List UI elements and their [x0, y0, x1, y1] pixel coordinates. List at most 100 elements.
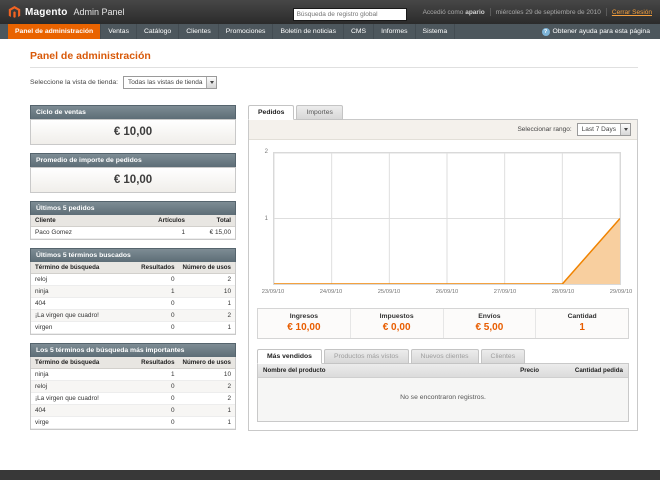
top-header: Magento Admin Panel Accedió como apario … [0, 0, 660, 24]
right-column: Pedidos Importes Seleccionar rango: Last… [248, 105, 638, 431]
bottom-tabs: Más vendidos Productos más vistos Nuevos… [257, 349, 629, 364]
table-row[interactable]: virgen 0 1 [31, 321, 235, 334]
cell: 0 [137, 321, 179, 334]
cell: ninja [31, 368, 138, 381]
chart-plot-area [273, 152, 621, 285]
table-row[interactable]: 404 0 1 [31, 404, 235, 417]
cell: virgen [31, 321, 138, 334]
range-select[interactable]: Last 7 Days [576, 123, 631, 136]
column-header: Número de usos [178, 262, 235, 274]
cell: 0 [137, 273, 179, 286]
cell: ¡La virgen que cuadro! [31, 309, 138, 322]
nav-item-promociones[interactable]: Promociones [219, 24, 274, 39]
magento-logo-icon [8, 5, 21, 18]
logout-link[interactable]: Cerrar Sesión [612, 9, 652, 16]
nav-item-ventas[interactable]: Ventas [101, 24, 137, 39]
cell: 1 [178, 416, 235, 429]
brand-name: Magento [25, 6, 68, 18]
cell: 10 [178, 285, 235, 298]
stat-label: Cantidad [567, 313, 597, 320]
stat-ingresos: Ingresos € 10,00 [258, 309, 350, 338]
column-header: Cliente [31, 215, 153, 227]
table-row[interactable]: reloj 0 2 [31, 380, 235, 393]
table-row[interactable]: Paco Gomez 1 € 15,00 [31, 226, 235, 239]
nav-item-cms[interactable]: CMS [344, 24, 375, 39]
table-row[interactable]: ninja 1 10 [31, 368, 235, 381]
tab-nuevos-clientes[interactable]: Nuevos clientes [410, 349, 479, 364]
help-label: Obtener ayuda para esta página [552, 28, 651, 35]
cell: 0 [137, 392, 179, 405]
current-date: miércoles 29 de septiembre de 2010 [495, 8, 601, 16]
tab-clientes[interactable]: Clientes [480, 349, 526, 364]
column-header: Total [189, 215, 235, 227]
table-row[interactable]: reloj 0 2 [31, 273, 235, 286]
column-header: Artículos [153, 215, 189, 227]
cell: ¡La virgen que cuadro! [31, 392, 138, 405]
chart-y-label: 2 [264, 149, 268, 155]
cell: 2 [178, 309, 235, 322]
card-title: Promedio de importe de pedidos [30, 153, 236, 167]
cell: 0 [137, 416, 179, 429]
tab-productos-mas-vistos[interactable]: Productos más vistos [323, 349, 409, 364]
column-header: Resultados [137, 262, 179, 274]
nav-item-informes[interactable]: Informes [374, 24, 416, 39]
top-search-terms-section: Los 5 términos de búsqueda más important… [30, 343, 236, 430]
cell: 1 [153, 226, 189, 239]
column-header: Precio [520, 367, 539, 374]
brand-suffix: Admin Panel [73, 7, 125, 17]
help-link[interactable]: ? Obtener ayuda para esta página [541, 24, 660, 39]
table-row[interactable]: 404 0 1 [31, 297, 235, 310]
stat-label: Impuestos [379, 313, 414, 320]
chart-x-label: 29/09/10 [609, 289, 633, 295]
stat-value: € 0,00 [382, 322, 411, 333]
session-info: Accedió como apario miércoles 29 de sept… [423, 8, 652, 16]
table-row[interactable]: ninja 1 10 [31, 285, 235, 298]
chevron-down-icon [620, 124, 630, 135]
cell: 1 [178, 297, 235, 310]
range-selector-row: Seleccionar rango: Last 7 Days [249, 120, 637, 140]
main-content: Panel de administración Seleccione la vi… [0, 39, 660, 470]
table-row[interactable]: ¡La virgen que cuadro! 0 2 [31, 392, 235, 405]
card-title: Ciclo de ventas [30, 105, 236, 119]
nav-item-clientes[interactable]: Clientes [179, 24, 219, 39]
table-row[interactable]: virge 0 1 [31, 416, 235, 429]
column-header: Resultados [137, 357, 179, 369]
store-view-value: Todas las vistas de tienda [128, 79, 203, 86]
magento-logo: Magento Admin Panel [8, 5, 125, 19]
stat-impuestos: Impuestos € 0,00 [349, 309, 443, 338]
table-row[interactable]: ¡La virgen que cuadro! 0 2 [31, 309, 235, 322]
dashboard-tabs: Pedidos Importes [248, 105, 638, 120]
empty-message: No se encontraron registros. [258, 378, 628, 421]
global-search-input[interactable] [292, 8, 407, 21]
nav-item-catalogo[interactable]: Catálogo [137, 24, 180, 39]
cell: ninja [31, 285, 138, 298]
help-icon: ? [541, 27, 550, 36]
nav-item-boletin[interactable]: Boletín de noticias [273, 24, 344, 39]
left-column: Ciclo de ventas € 10,00 Promedio de impo… [30, 105, 236, 430]
cell: 1 [178, 404, 235, 417]
average-orders-card: Promedio de importe de pedidos € 10,00 [30, 153, 236, 193]
section-title: Últimos 5 pedidos [30, 201, 236, 215]
column-header: Término de búsqueda [31, 357, 138, 369]
cell: reloj [31, 380, 138, 393]
tab-importes[interactable]: Importes [296, 105, 343, 120]
average-orders-value: € 10,00 [30, 167, 236, 193]
separator [605, 8, 607, 16]
logged-in-text: Accedió como apario [423, 9, 485, 16]
chart-x-label: 28/09/10 [551, 289, 575, 295]
username: apario [465, 8, 485, 16]
orders-chart: 12 23/09/10 24/09/10 25/09/10 26/09/10 27/09… [257, 148, 633, 298]
logged-in-prefix: Accedió como [422, 8, 464, 16]
section-title: Los 5 términos de búsqueda más important… [30, 343, 236, 357]
chart-y-label: 1 [264, 215, 268, 222]
tab-mas-vendidos[interactable]: Más vendidos [257, 349, 322, 364]
stat-envios: Envíos € 5,00 [442, 309, 536, 338]
chart-x-label: 25/09/10 [377, 289, 401, 295]
chevron-down-icon [206, 77, 217, 88]
stat-value: 1 [579, 322, 585, 333]
nav-item-panel-administracion[interactable]: Panel de administración [8, 24, 102, 39]
column-header: Número de usos [178, 357, 235, 369]
nav-item-sistema[interactable]: Sistema [416, 24, 456, 39]
store-view-select[interactable]: Todas las vistas de tienda [123, 76, 218, 89]
tab-pedidos[interactable]: Pedidos [248, 105, 295, 120]
